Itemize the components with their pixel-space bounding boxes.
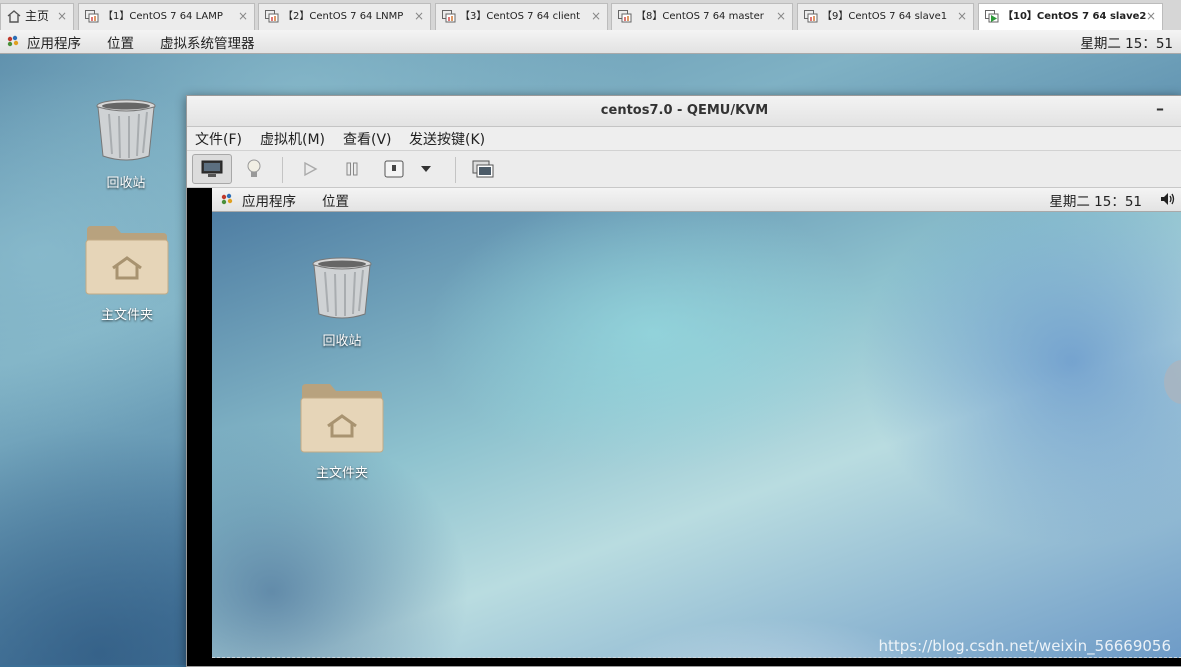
- menu-file[interactable]: 文件(F): [195, 129, 242, 149]
- guest-top-panel: 应用程序 位置 星期二 15：51: [212, 188, 1181, 212]
- details-button[interactable]: [234, 154, 274, 184]
- desktop-icon-label: 主文件夹: [315, 466, 368, 481]
- run-button[interactable]: [290, 154, 330, 184]
- pause-icon: [346, 162, 358, 176]
- tab-label: 【8】CentOS 7 64 master: [636, 11, 764, 22]
- tab-label: 【1】CentOS 7 64 LAMP: [103, 11, 223, 22]
- desktop-icon-home-folder[interactable]: 主文件夹: [299, 382, 385, 481]
- window-titlebar[interactable]: centos7.0 - QEMU/KVM –: [187, 96, 1181, 127]
- close-icon[interactable]: ×: [776, 4, 786, 29]
- guest-desktop: 回收站 主文件夹: [212, 212, 1181, 658]
- close-icon[interactable]: ×: [1146, 4, 1156, 29]
- vm-icon: [618, 10, 632, 23]
- applications-menu[interactable]: 应用程序: [242, 190, 296, 210]
- power-icon: [384, 160, 404, 178]
- vm-icon: [85, 10, 99, 23]
- vm-menubar: 文件(F) 虚拟机(M) 查看(V) 发送按键(K): [187, 127, 1181, 151]
- menu-virtual-machine[interactable]: 虚拟机(M): [260, 129, 325, 149]
- vm-viewer-window: centos7.0 - QEMU/KVM – 文件(F) 虚拟机(M) 查看(V…: [186, 95, 1181, 667]
- tab-label: 【9】CentOS 7 64 slave1: [822, 11, 948, 22]
- tab-label: 【10】CentOS 7 64 slave2: [1003, 11, 1147, 22]
- trash-icon: [96, 99, 156, 161]
- places-menu[interactable]: 位置: [322, 190, 349, 210]
- home-icon: [7, 10, 21, 23]
- tab-vm-10[interactable]: 【10】CentOS 7 64 slave2 ×: [978, 3, 1163, 31]
- vm-toolbar: [187, 151, 1181, 188]
- dropdown-arrow-icon: [421, 166, 431, 172]
- window-title: centos7.0 - QEMU/KVM: [600, 103, 769, 118]
- trash-icon: [312, 257, 372, 319]
- fullscreen-button[interactable]: [463, 154, 503, 184]
- desktop-icon-trash[interactable]: 回收站: [302, 256, 382, 349]
- vm-icon: [265, 10, 279, 23]
- places-menu[interactable]: 位置: [107, 32, 134, 52]
- home-folder-icon: [85, 226, 169, 295]
- desktop-icon-label: 主文件夹: [100, 308, 153, 323]
- screenshot-icon: [472, 160, 494, 178]
- vm-icon: [442, 10, 456, 23]
- tab-vm-1[interactable]: 【1】CentOS 7 64 LAMP ×: [78, 3, 255, 30]
- edge-handle[interactable]: [1164, 360, 1181, 404]
- tab-label: 主页: [25, 9, 50, 23]
- desktop-icon-home-folder[interactable]: 主文件夹: [84, 224, 170, 323]
- applications-menu[interactable]: 应用程序: [27, 32, 81, 52]
- tab-label: 【3】CentOS 7 64 client: [460, 11, 581, 22]
- watermark: https://blog.csdn.net/weixin_56669056: [878, 637, 1171, 655]
- home-folder-icon: [300, 384, 384, 453]
- close-icon[interactable]: ×: [57, 4, 67, 29]
- console-button[interactable]: [192, 154, 232, 184]
- vm-running-icon: [985, 10, 999, 23]
- close-icon[interactable]: ×: [957, 4, 967, 29]
- play-icon: [304, 161, 318, 177]
- tab-home[interactable]: 主页 ×: [0, 3, 74, 30]
- vm-tab-bar: 主页 × 【1】CentOS 7 64 LAMP × 【2】CentOS 7 6…: [0, 0, 1181, 31]
- volume-icon[interactable]: [1160, 192, 1176, 206]
- menu-view[interactable]: 查看(V): [343, 129, 392, 149]
- desktop-icon-label: 回收站: [322, 334, 362, 349]
- tab-vm-2[interactable]: 【2】CentOS 7 64 LNMP ×: [258, 3, 431, 30]
- console-icon: [201, 160, 223, 177]
- guest-display[interactable]: 应用程序 位置 星期二 15：51 回收站 主文件夹: [187, 188, 1181, 666]
- gnome-foot-icon: [7, 35, 19, 47]
- vm-icon: [804, 10, 818, 23]
- tab-vm-8[interactable]: 【8】CentOS 7 64 master ×: [611, 3, 793, 30]
- tab-vm-3[interactable]: 【3】CentOS 7 64 client ×: [435, 3, 608, 30]
- desktop-icon-trash[interactable]: 回收站: [86, 98, 166, 191]
- close-icon[interactable]: ×: [238, 4, 248, 29]
- display-border: [212, 657, 1181, 658]
- host-top-panel: 应用程序 位置 虚拟系统管理器 星期二 15：51: [0, 30, 1181, 54]
- pause-button[interactable]: [332, 154, 372, 184]
- clock[interactable]: 星期二 15：51: [1080, 32, 1173, 52]
- tab-label: 【2】CentOS 7 64 LNMP: [283, 11, 404, 22]
- minimize-button[interactable]: –: [1156, 94, 1164, 124]
- shutdown-button[interactable]: [374, 154, 414, 184]
- lightbulb-icon: [247, 159, 261, 177]
- tab-vm-9[interactable]: 【9】CentOS 7 64 slave1 ×: [797, 3, 974, 30]
- close-icon[interactable]: ×: [414, 4, 424, 29]
- desktop-icon-label: 回收站: [106, 176, 146, 191]
- menu-send-key[interactable]: 发送按键(K): [409, 129, 485, 149]
- gnome-foot-icon: [221, 193, 233, 205]
- close-icon[interactable]: ×: [591, 4, 601, 29]
- virt-manager-menu[interactable]: 虚拟系统管理器: [160, 32, 255, 52]
- shutdown-dropdown[interactable]: [412, 154, 440, 184]
- clock[interactable]: 星期二 15：51: [1049, 190, 1142, 210]
